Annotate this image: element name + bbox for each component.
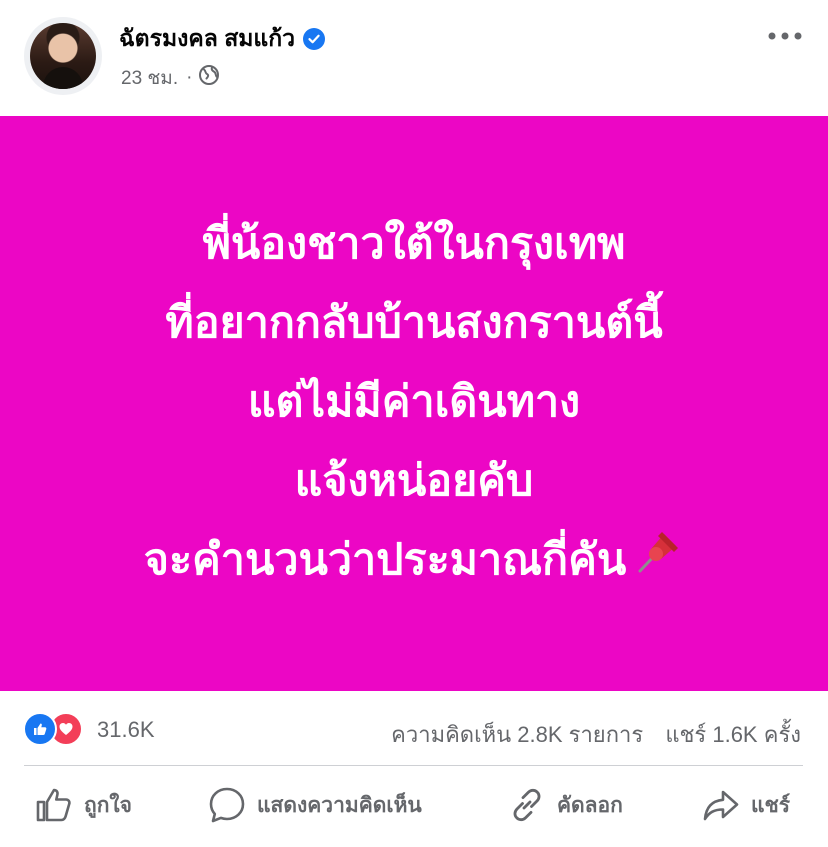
image-text-line: ที่อยากกลับบ้านสงกรานต์นี้	[165, 298, 663, 348]
post-meta: 23 ชม. ·	[121, 63, 220, 93]
share-arrow-icon	[703, 790, 739, 821]
image-text-line: พี่น้องชาวใต้ในกรุงเทพ	[202, 219, 626, 269]
comment-bubble-icon	[209, 787, 245, 823]
image-text-line: แต่ไม่มีค่าเดินทาง	[247, 377, 581, 427]
avatar-photo	[30, 23, 96, 89]
image-text-line: จะคำนวนว่าประมาณกี่คัน	[143, 535, 627, 585]
pushpin-icon	[634, 523, 684, 602]
like-reaction-icon	[23, 712, 57, 746]
comment-count[interactable]: ความคิดเห็น 2.8K รายการ	[391, 722, 643, 747]
link-icon	[513, 788, 541, 822]
engagement-stats: ความคิดเห็น 2.8K รายการ แชร์ 1.6K ครั้ง	[375, 717, 801, 752]
comment-label: แสดงความคิดเห็น	[257, 793, 422, 817]
reactions-summary: 31.6K ความคิดเห็น 2.8K รายการ แชร์ 1.6K …	[0, 705, 828, 753]
author-row: ฉัตรมงคล สมแก้ว	[119, 21, 326, 57]
share-count[interactable]: แชร์ 1.6K ครั้ง	[665, 722, 801, 747]
reaction-icons[interactable]	[23, 712, 93, 746]
thumbs-up-icon	[36, 788, 71, 822]
comment-button[interactable]: แสดงความคิดเห็น	[207, 784, 422, 826]
copy-link-button[interactable]: คัดลอก	[507, 784, 623, 826]
share-button[interactable]: แชร์	[701, 784, 790, 826]
copy-label: คัดลอก	[557, 793, 623, 817]
post-image-text: พี่น้องชาวใต้ในกรุงเทพ ที่อยากกลับบ้านสง…	[0, 205, 828, 602]
more-options-button[interactable]	[766, 22, 804, 50]
post-header: ฉัตรมงคล สมแก้ว 23 ชม. ·	[0, 0, 828, 116]
globe-icon	[198, 64, 220, 92]
image-text-line-last: จะคำนวนว่าประมาณกี่คัน	[0, 521, 828, 602]
more-dots-icon	[768, 27, 802, 45]
image-text-line: แจ้งหน่อยคับ	[294, 456, 534, 506]
like-button[interactable]: ถูกใจ	[34, 784, 132, 826]
post-actions-bar: ถูกใจ แสดงความคิดเห็น คัดลอก แชร์	[0, 766, 828, 844]
like-label: ถูกใจ	[84, 793, 132, 817]
meta-separator: ·	[186, 67, 193, 88]
post-time[interactable]: 23 ชม.	[121, 63, 178, 93]
avatar[interactable]	[24, 17, 102, 95]
verified-badge-icon	[303, 28, 326, 50]
author-name[interactable]: ฉัตรมงคล สมแก้ว	[119, 21, 295, 57]
reaction-count[interactable]: 31.6K	[97, 717, 155, 743]
share-label: แชร์	[751, 793, 791, 817]
